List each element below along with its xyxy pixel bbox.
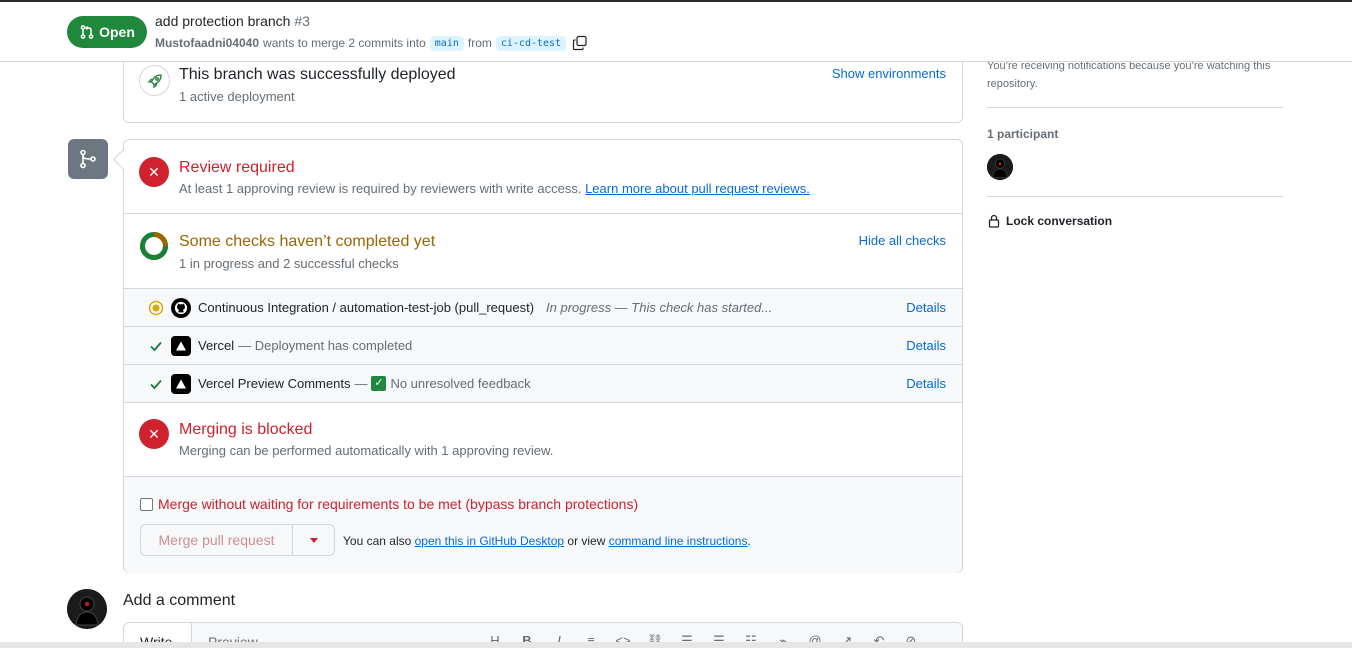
sticky-pr-header: Open add protection branch #3 Mustofaadn… [0, 2, 1352, 62]
x-circle-icon: ✕ [139, 157, 169, 187]
review-title: Review required [179, 159, 295, 176]
check-name: Vercel [198, 338, 235, 353]
pr-title: add protection branch #3 [155, 13, 310, 29]
check-name: Vercel Preview Comments [198, 376, 351, 391]
check-desc: In progress — This check has started... [546, 300, 773, 315]
from-text: from [467, 36, 492, 50]
base-branch[interactable]: main [429, 35, 464, 51]
triangle-down-icon [309, 537, 318, 543]
hide-all-checks-link[interactable]: Hide all checks [859, 233, 946, 248]
check-desc: — Deployment has completed [238, 338, 413, 353]
pr-merge-text: wants to merge 2 commits into [263, 36, 426, 50]
git-pull-request-icon [80, 25, 94, 39]
alt-suffix: . [747, 534, 751, 548]
review-subtitle-row: At least 1 approving review is required … [179, 181, 810, 196]
check-desc: No unresolved feedback [390, 376, 531, 391]
details-link[interactable]: Details [906, 338, 946, 353]
sidebar-divider [987, 196, 1283, 197]
x-circle-icon: ✕ [139, 419, 169, 449]
github-desktop-link[interactable]: open this in GitHub Desktop [415, 534, 564, 548]
lock-conversation-label: Lock conversation [1006, 214, 1113, 228]
merge-actions-section: Merge without waiting for requirements t… [124, 477, 962, 573]
copy-icon[interactable] [572, 35, 588, 51]
checks-title: Some checks haven’t completed yet [179, 233, 436, 250]
pr-state-badge: Open [67, 16, 147, 48]
participants-label: 1 participant [987, 127, 1059, 141]
check-icon [148, 376, 164, 392]
merging-blocked-section: ✕ Merging is blocked Merging can be perf… [124, 402, 962, 477]
merge-button-group: Merge pull request [140, 524, 335, 556]
deployment-subtitle: 1 active deployment [179, 89, 295, 104]
check-row: Continuous Integration / automation-test… [124, 289, 962, 327]
git-merge-icon-box [68, 139, 108, 179]
alt-mid: or view [567, 534, 606, 548]
bypass-checkbox-label[interactable]: Merge without waiting for requirements t… [140, 496, 638, 512]
deployment-title: This branch was successfully deployed [179, 66, 456, 83]
check-name: Continuous Integration / automation-test… [198, 300, 535, 315]
review-required-section: ✕ Review required At least 1 approving r… [124, 140, 962, 214]
rocket-icon-circle [139, 65, 170, 96]
add-comment-heading: Add a comment [123, 592, 236, 609]
blocked-title: Merging is blocked [179, 421, 313, 438]
white-check-mark-icon: ✓ [371, 376, 387, 391]
merge-box: ✕ Review required At least 1 approving r… [123, 139, 963, 573]
notification-reason: You’re receiving notifications because y… [987, 60, 1271, 90]
command-line-link[interactable]: command line instructions [609, 534, 748, 548]
pr-title-text: add protection branch [155, 13, 291, 29]
vercel-logo-icon [171, 336, 191, 356]
alt-instructions: You can also open this in GitHub Desktop… [343, 534, 751, 548]
in-progress-icon [148, 300, 164, 316]
checks-subtitle: 1 in progress and 2 successful checks [179, 256, 399, 271]
merge-method-dropdown[interactable] [293, 524, 335, 556]
blocked-subtitle: Merging can be performed automatically w… [179, 443, 554, 458]
check-text: Vercel — Deployment has completed [198, 338, 412, 353]
check-separator: — [354, 376, 368, 391]
bypass-label: Merge without waiting for requirements t… [158, 496, 639, 512]
merge-pull-request-button[interactable]: Merge pull request [140, 524, 293, 556]
vercel-logo-icon [171, 374, 191, 394]
check-icon [148, 338, 164, 354]
participant-avatar[interactable] [987, 154, 1013, 180]
window-bottom-bar [0, 642, 1352, 648]
lock-icon [988, 214, 1000, 228]
pr-author[interactable]: Mustofaadni04040 [155, 36, 259, 50]
learn-more-link[interactable]: Learn more about pull request reviews. [585, 181, 810, 196]
pr-meta: Mustofaadni04040 wants to merge 2 commit… [155, 35, 588, 51]
alt-prefix: You can also [343, 534, 412, 548]
check-text: Vercel Preview Comments — ✓ No unresolve… [198, 376, 531, 391]
bypass-checkbox[interactable] [140, 497, 153, 511]
check-row: Vercel Preview Comments — ✓ No unresolve… [124, 365, 962, 403]
details-link[interactable]: Details [906, 376, 946, 391]
rocket-icon [147, 73, 162, 88]
check-row: Vercel — Deployment has completed Detail… [124, 327, 962, 365]
lock-conversation-button[interactable]: Lock conversation [987, 214, 1112, 228]
check-text: Continuous Integration / automation-test… [198, 300, 772, 315]
sidebar-divider [987, 107, 1283, 108]
pr-number: #3 [294, 13, 310, 29]
pr-state-label: Open [99, 24, 135, 40]
checks-section: Some checks haven’t completed yet 1 in p… [124, 214, 962, 289]
review-subtitle: At least 1 approving review is required … [179, 181, 582, 196]
avatar[interactable] [67, 589, 107, 629]
git-branch-icon [80, 149, 96, 169]
details-link[interactable]: Details [906, 300, 946, 315]
github-logo-icon [171, 298, 191, 318]
show-environments-link[interactable]: Show environments [832, 66, 946, 81]
head-branch[interactable]: ci-cd-test [495, 35, 567, 51]
checks-progress-icon [140, 232, 168, 261]
